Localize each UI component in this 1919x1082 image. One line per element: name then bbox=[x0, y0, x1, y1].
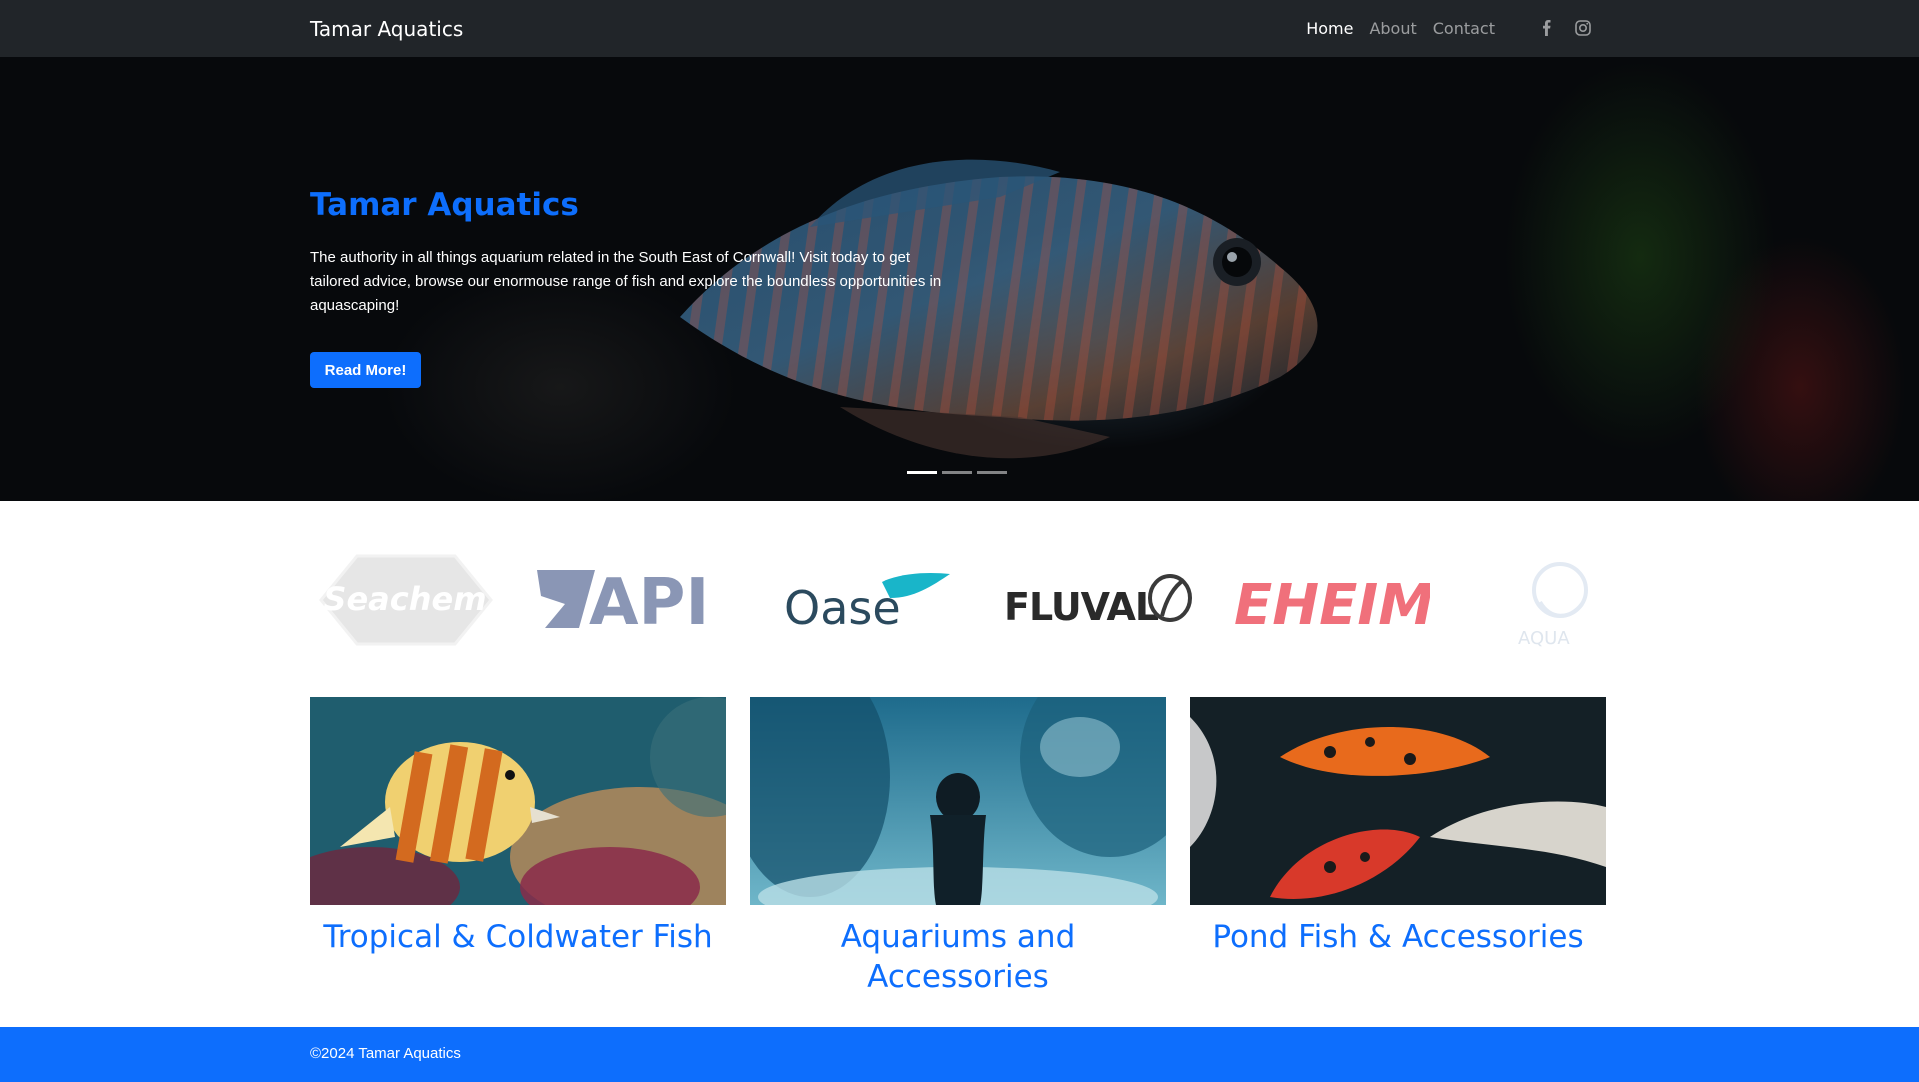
oase-logo: Oase bbox=[784, 572, 950, 632]
seachem-logo-text: Seachem bbox=[323, 580, 486, 618]
footer-copyright: ©2024 Tamar Aquatics bbox=[310, 1045, 461, 1062]
card-tropical-fish[interactable]: Tropical & Coldwater Fish bbox=[310, 697, 726, 957]
facebook-icon[interactable] bbox=[1538, 19, 1556, 37]
card-pond-fish[interactable]: Pond Fish & Accessories bbox=[1190, 697, 1606, 957]
nav-contact-link[interactable]: Contact bbox=[1433, 19, 1495, 38]
fluval-logo-text: FLUVAL bbox=[1004, 585, 1159, 629]
footer: ©2024 Tamar Aquatics bbox=[0, 1027, 1919, 1082]
hero-title: Tamar Aquatics bbox=[310, 187, 579, 223]
card-title-pond[interactable]: Pond Fish & Accessories bbox=[1190, 917, 1606, 957]
oase-logo-text: Oase bbox=[784, 581, 901, 632]
carousel-indicator-3[interactable] bbox=[977, 471, 1007, 474]
eheim-logo-text: EHEIM bbox=[1234, 573, 1430, 632]
nav-links: Home About Contact bbox=[1306, 19, 1495, 38]
card-aquariums[interactable]: Aquariums and Accessories bbox=[750, 697, 1166, 997]
card-title-aquariums[interactable]: Aquariums and Accessories bbox=[750, 917, 1166, 997]
eheim-logo: EHEIM bbox=[1234, 573, 1430, 632]
api-logo: API bbox=[537, 566, 709, 634]
nav-about-link[interactable]: About bbox=[1369, 19, 1416, 38]
aqua-logo: AQUA bbox=[1518, 562, 1588, 649]
navbar-brand[interactable]: Tamar Aquatics bbox=[310, 17, 463, 41]
aqua-logo-text: AQUA bbox=[1518, 628, 1570, 649]
hero-description: The authority in all things aquarium rel… bbox=[310, 249, 942, 314]
carousel-indicators bbox=[907, 471, 1007, 474]
fluval-logo: FLUVAL bbox=[1004, 574, 1192, 629]
card-title-tropical[interactable]: Tropical & Coldwater Fish bbox=[310, 917, 726, 957]
nav-home-link[interactable]: Home bbox=[1306, 19, 1353, 38]
seachem-logo: Seachem bbox=[319, 554, 493, 646]
carousel-indicator-2[interactable] bbox=[942, 471, 972, 474]
api-logo-text: API bbox=[589, 566, 709, 634]
tropical-fish-image bbox=[310, 697, 726, 905]
aquarium-tunnel-image bbox=[750, 697, 1166, 905]
read-more-button[interactable]: Read More! bbox=[310, 352, 421, 388]
hero-carousel[interactable]: Tamar Aquatics The authority in all thin… bbox=[0, 57, 1919, 501]
carousel-indicator-1[interactable] bbox=[907, 471, 937, 474]
top-navbar: Tamar Aquatics Home About Contact bbox=[0, 0, 1919, 58]
koi-pond-image bbox=[1190, 697, 1606, 905]
instagram-icon[interactable] bbox=[1574, 19, 1592, 37]
